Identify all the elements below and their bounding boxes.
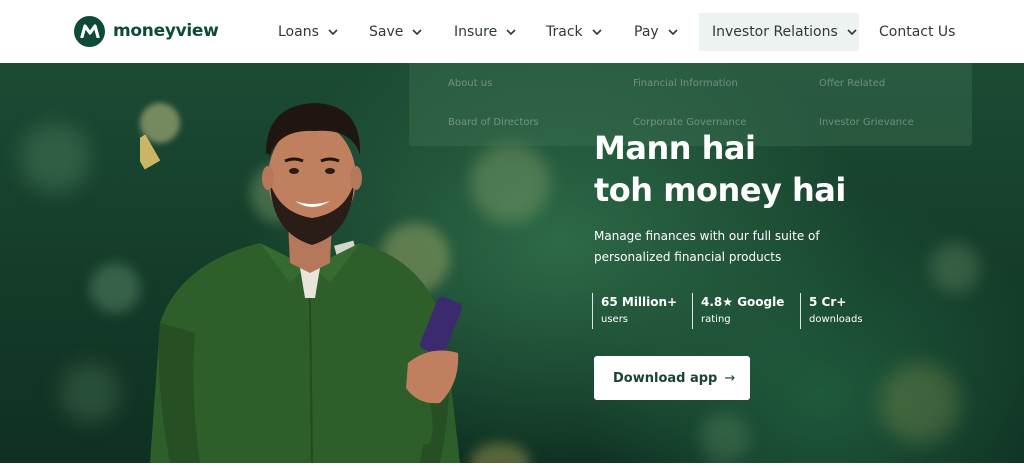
nav-pay-label: Pay [634, 24, 659, 40]
nav-contact-us[interactable]: Contact Us [879, 13, 955, 51]
stat-downloads: 5 Cr+ downloads [800, 293, 880, 329]
nav-contact-us-label: Contact Us [879, 24, 956, 40]
hero-headline: Mann hai toh money hai [594, 127, 846, 211]
chevron-down-icon [412, 28, 422, 36]
nav-insure-label: Insure [454, 24, 498, 40]
hero-banner: About us Financial Information Offer Rel… [0, 63, 1024, 463]
site-header: moneyview Loans Save Insure Track Pay In… [0, 0, 1024, 63]
arrow-right-icon: → [724, 370, 736, 386]
stat-rating: 4.8★ Google rating [692, 293, 800, 329]
download-app-button[interactable]: Download app → [594, 356, 750, 400]
bokeh-light [90, 263, 140, 313]
stat-users: 65 Million+ users [592, 293, 692, 329]
stat-label: downloads [809, 314, 863, 325]
nav-save[interactable]: Save [369, 13, 422, 51]
headline-line-1: Mann hai [594, 129, 756, 167]
nav-investor-relations-label: Investor Relations [712, 24, 838, 40]
page-bottom-strip [0, 463, 1024, 468]
nav-insure[interactable]: Insure [454, 13, 516, 51]
dropdown-item[interactable]: Board of Directors [448, 117, 539, 128]
subtext-line-1: Manage finances with our full suite of [594, 229, 820, 243]
download-app-label: Download app [613, 370, 718, 386]
bokeh-light [930, 243, 980, 293]
nav-loans-label: Loans [278, 24, 319, 40]
nav-save-label: Save [369, 24, 404, 40]
bokeh-light [880, 363, 960, 443]
chevron-down-icon [328, 28, 338, 36]
bokeh-light [60, 363, 120, 423]
chevron-down-icon [506, 28, 516, 36]
stat-label: users [601, 314, 629, 325]
brand-name: moneyview [113, 21, 219, 41]
bokeh-light [700, 413, 750, 463]
chevron-down-icon [847, 28, 857, 36]
nav-track-label: Track [546, 24, 583, 40]
stat-label: rating [701, 314, 731, 325]
hero-subtext: Manage finances with our full suite of p… [594, 226, 844, 268]
chevron-down-icon [592, 28, 602, 36]
stat-value: 65 Million+ [601, 295, 678, 309]
logo-mark-icon [74, 15, 105, 47]
nav-investor-relations[interactable]: Investor Relations [699, 13, 859, 51]
subtext-line-2: personalized financial products [594, 250, 782, 264]
brand-logo[interactable]: moneyview [74, 15, 219, 47]
stat-value: 5 Cr+ [809, 295, 847, 309]
nav-loans[interactable]: Loans [278, 13, 338, 51]
stat-value: 4.8★ Google [701, 295, 785, 309]
hero-stats: 65 Million+ users 4.8★ Google rating 5 C… [592, 293, 880, 329]
headline-line-2: toh money hai [594, 171, 846, 209]
nav-pay[interactable]: Pay [634, 13, 678, 51]
bokeh-light [20, 123, 90, 193]
chevron-down-icon [668, 28, 678, 36]
dropdown-item[interactable]: Offer Related [819, 78, 885, 89]
dropdown-item[interactable]: Financial Information [633, 78, 738, 89]
dropdown-item[interactable]: About us [448, 78, 492, 89]
nav-track[interactable]: Track [546, 13, 602, 51]
